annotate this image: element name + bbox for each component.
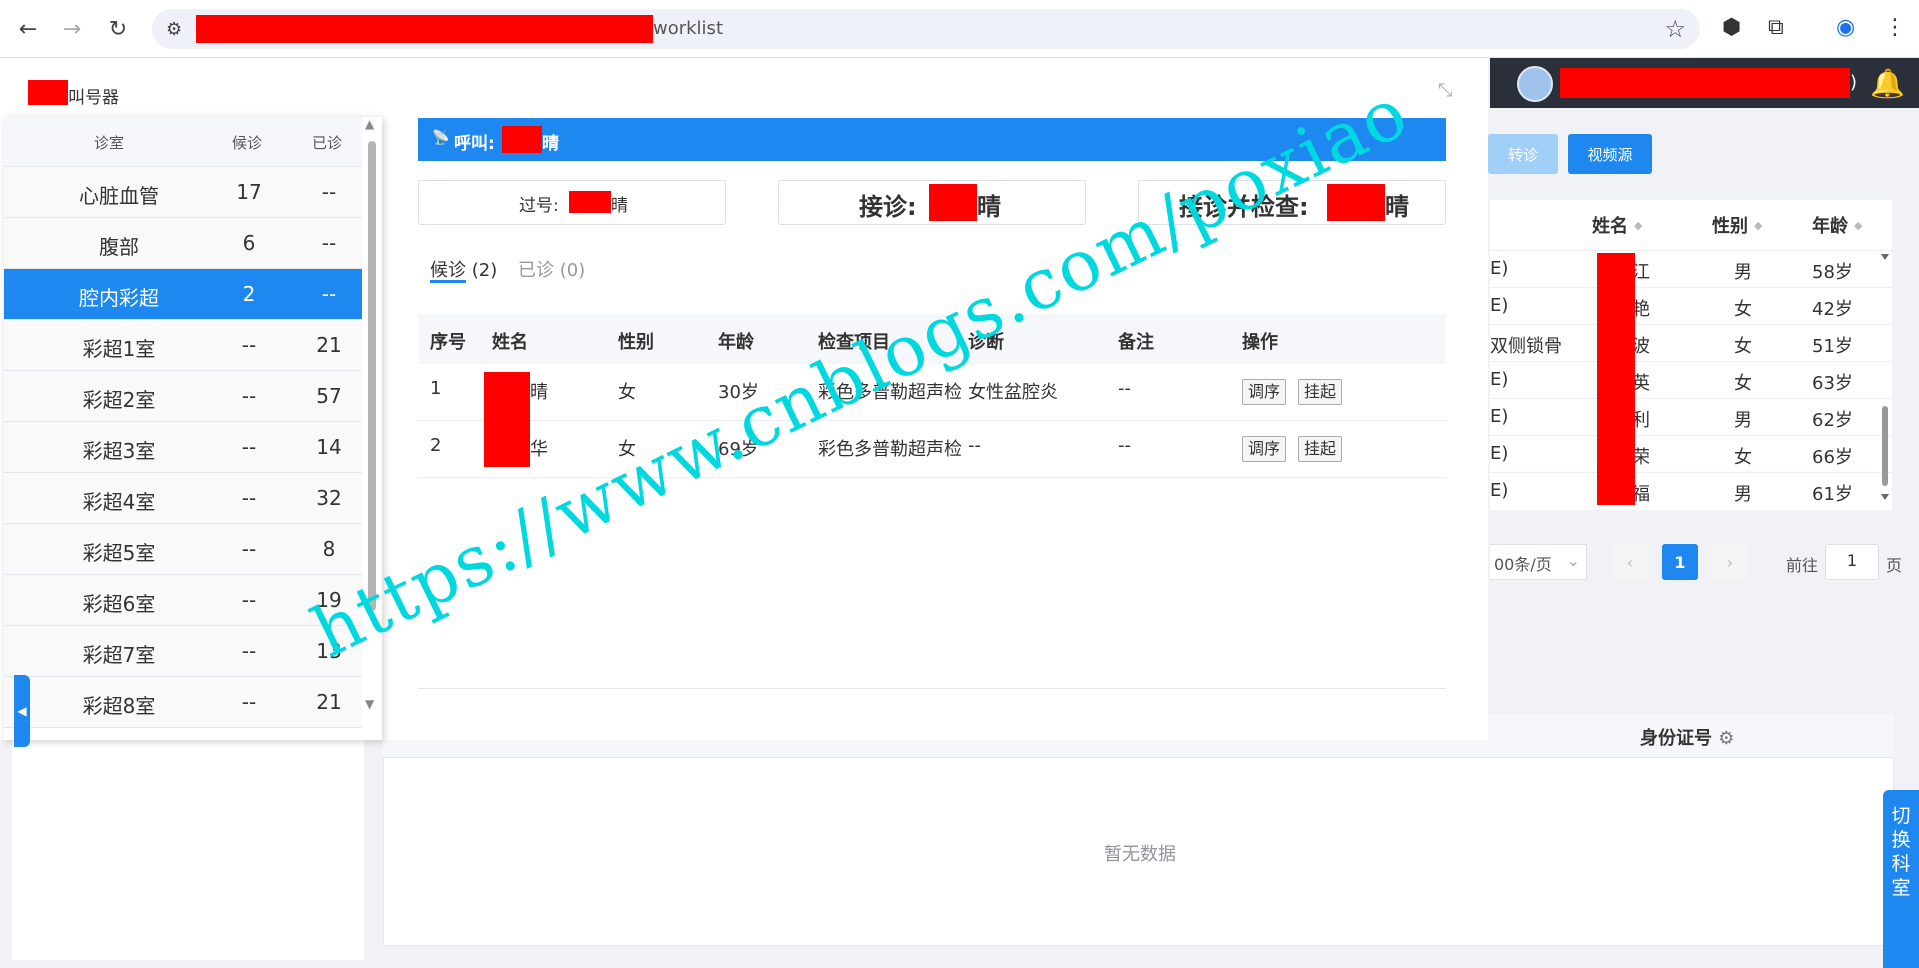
switch-department-label: 切换科室: [1891, 805, 1911, 899]
call-bar: 📡 呼叫: 晴: [418, 118, 1446, 161]
room-item[interactable]: 彩超4室 -- 32: [4, 473, 362, 524]
table-row[interactable]: 2 华 女 69岁 彩色多普勒超声检 -- -- 调序 挂起: [418, 421, 1446, 478]
sort-icon[interactable]: ◆: [1754, 219, 1762, 232]
scrollbar-graphic[interactable]: [1878, 250, 1892, 510]
gear-icon[interactable]: ⚙: [1718, 728, 1734, 749]
url-suffix: worklist: [653, 18, 723, 39]
room-item[interactable]: 彩超5室 -- 8: [4, 524, 362, 575]
redacted-title: [28, 80, 68, 105]
sort-icon[interactable]: ◆: [1634, 219, 1642, 232]
room-item[interactable]: 彩超7室 -- 13: [4, 626, 362, 677]
forward-icon[interactable]: →: [58, 15, 86, 43]
queue-table-header: 序号 姓名 性别 年龄 检查项目 诊断 备注 操作: [418, 314, 1446, 364]
id-column-header[interactable]: 身份证号 ⚙: [1640, 724, 1734, 750]
collapse-sidebar-button[interactable]: ◀: [14, 675, 30, 747]
room-item[interactable]: 彩超6室 -- 19: [4, 575, 362, 626]
profile-icon[interactable]: ◉: [1836, 15, 1855, 40]
room-item[interactable]: 彩超8室 -- 21: [4, 677, 362, 728]
hangup-button[interactable]: 挂起: [1298, 379, 1343, 405]
room-list-panel: 诊室 候诊 已诊 心脏血管 17 -- 腹部 6 -- 腔内彩超 2 -- 彩超…: [4, 117, 382, 740]
column-header-sex[interactable]: 性别 ◆: [1712, 200, 1762, 250]
call-name: 晴: [542, 134, 559, 154]
chevron-down-icon: ⌄: [1566, 551, 1580, 570]
room-item[interactable]: 彩超1室 -- 21: [4, 320, 362, 371]
redacted-name: [929, 184, 977, 221]
scroll-up-icon[interactable]: ▲: [365, 117, 374, 131]
table-row[interactable]: 1 晴 女 30岁 彩色多普勒超声检 女性盆腔炎 -- 调序 挂起: [418, 364, 1446, 421]
bookmark-star-icon[interactable]: ☆: [1664, 15, 1686, 43]
back-icon[interactable]: ←: [14, 15, 42, 43]
room-item[interactable]: 彩超2室 -- 57: [4, 371, 362, 422]
left-background-panel: [12, 740, 364, 960]
goto-page-input[interactable]: 1: [1825, 544, 1879, 580]
transfer-button[interactable]: 转诊: [1488, 134, 1558, 174]
reorder-button[interactable]: 调序: [1242, 379, 1287, 405]
accept-and-check-button[interactable]: 接诊并检查: 晴: [1138, 180, 1446, 225]
sort-icon[interactable]: ◆: [1854, 219, 1862, 232]
header-paren: ): [1850, 72, 1858, 93]
accept-button[interactable]: 接诊: 晴: [778, 180, 1086, 225]
table-divider: [418, 688, 1446, 689]
avatar[interactable]: [1517, 66, 1553, 102]
table-row[interactable]: 双侧锁骨 波 女 51岁: [1490, 324, 1892, 361]
table-row[interactable]: E) 艳 女 42岁: [1490, 287, 1892, 324]
room-list-scrollbar[interactable]: [368, 141, 376, 611]
broadcast-icon: 📡: [432, 130, 450, 146]
room-list-header: 诊室 候诊 已诊: [4, 117, 362, 167]
prev-page-button[interactable]: ‹: [1612, 544, 1648, 580]
next-page-button[interactable]: ›: [1712, 544, 1748, 580]
redacted-names: [484, 372, 530, 467]
redacted-names: [1597, 253, 1635, 505]
table-row[interactable]: E) 英 女 63岁: [1490, 361, 1892, 398]
reorder-button[interactable]: 调序: [1242, 436, 1287, 462]
reload-icon[interactable]: ↻: [104, 15, 132, 43]
room-item-active[interactable]: 腔内彩超 2 --: [4, 269, 362, 320]
redacted-name: [569, 191, 611, 213]
table-scrollbar[interactable]: [1878, 250, 1892, 510]
address-bar[interactable]: ⚙ worklist ☆: [152, 9, 1700, 49]
bell-icon[interactable]: 🔔: [1870, 67, 1905, 100]
table-row[interactable]: E) 利 男 62岁: [1490, 398, 1892, 435]
collapse-icon[interactable]: ⤡: [1438, 80, 1462, 104]
room-item[interactable]: 心脏血管 17 --: [4, 167, 362, 218]
active-tab-indicator: [430, 280, 466, 283]
pass-button[interactable]: 过号: 晴: [418, 180, 726, 225]
redacted-url: [196, 15, 653, 43]
menu-dots-icon[interactable]: ⋮: [1884, 15, 1906, 40]
tab-waiting[interactable]: 候诊 (2): [430, 256, 497, 282]
page-number-button[interactable]: 1: [1662, 544, 1698, 580]
tab-done[interactable]: 已诊 (0): [518, 256, 585, 282]
goto-prefix: 前往: [1786, 556, 1819, 575]
call-label: 呼叫:: [454, 134, 495, 154]
switch-department-tab[interactable]: 切换科室: [1883, 790, 1919, 968]
room-item[interactable]: 彩超3室 -- 14: [4, 422, 362, 473]
redacted-name: [502, 126, 542, 153]
column-header-age[interactable]: 年龄 ◆: [1812, 200, 1862, 250]
column-header-name[interactable]: 姓名 ◆: [1592, 200, 1642, 250]
table-row[interactable]: E) 江 男 58岁: [1490, 250, 1892, 287]
puzzle-icon[interactable]: ⧉: [1768, 15, 1784, 40]
hangup-button[interactable]: 挂起: [1298, 436, 1343, 462]
redacted-name: [1327, 184, 1385, 221]
goto-suffix: 页: [1886, 556, 1903, 575]
site-info-icon[interactable]: ⚙: [166, 19, 182, 40]
table-row[interactable]: E) 荣 女 66岁: [1490, 435, 1892, 472]
scroll-down-icon[interactable]: ▼: [365, 697, 374, 711]
room-item[interactable]: 腹部 6 --: [4, 218, 362, 269]
table-row[interactable]: E) 福 男 61岁: [1490, 472, 1892, 509]
page-size-select[interactable]: 00条/页 ⌄: [1490, 544, 1587, 580]
extension-icon[interactable]: ⬢: [1722, 15, 1741, 40]
empty-text: 暂无数据: [1104, 844, 1176, 865]
modal-title: 叫号器: [68, 88, 119, 108]
redacted-user: [1560, 68, 1850, 98]
chevron-left-icon: ◀: [17, 704, 27, 718]
browser-toolbar: ← → ↻ ⚙ worklist ☆ ⬢ ⧉ ◉ ⋮: [0, 0, 1919, 58]
video-source-button[interactable]: 视频源: [1568, 134, 1652, 174]
